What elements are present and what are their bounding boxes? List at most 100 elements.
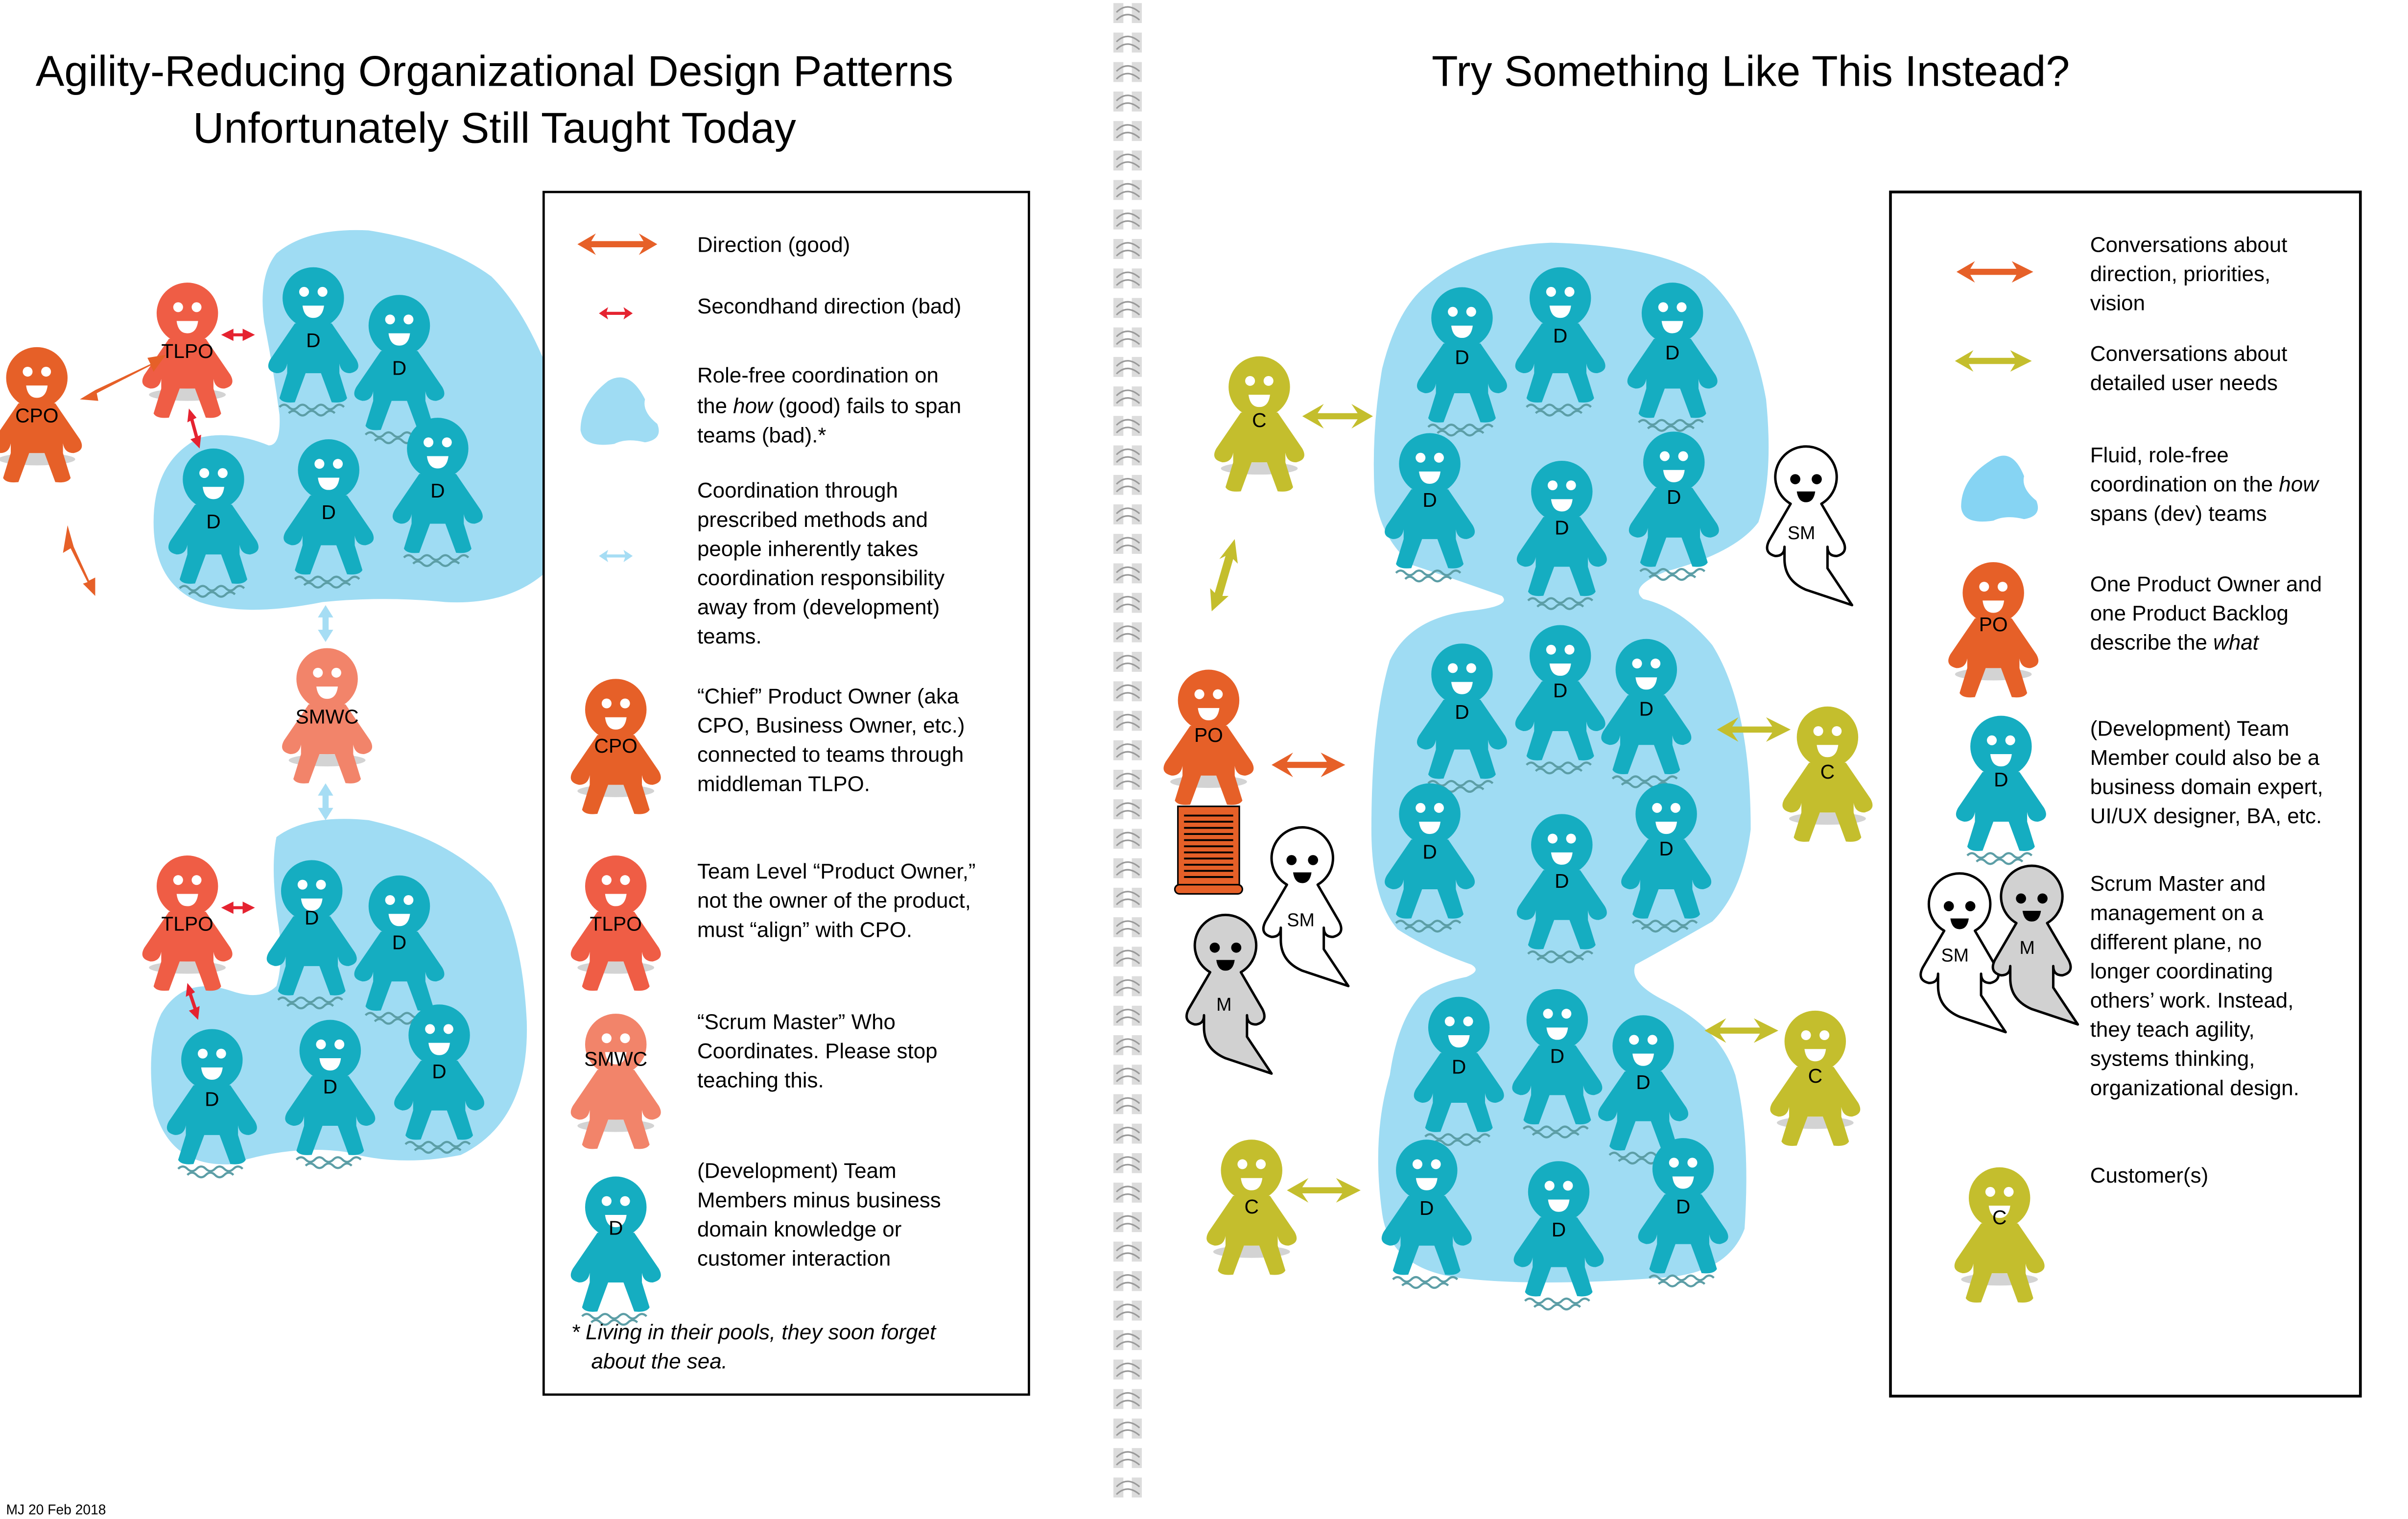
svg-text:D: D bbox=[1553, 679, 1567, 702]
binding-ring bbox=[1113, 1065, 1142, 1085]
svg-text:One Product Owner and: One Product Owner and bbox=[2090, 572, 2322, 596]
tlpo-team-arrow-bottom bbox=[221, 902, 255, 914]
customer-bot-left: C bbox=[1206, 1139, 1297, 1275]
binding-ring bbox=[1113, 239, 1142, 259]
svg-text:customer interaction: customer interaction bbox=[697, 1246, 891, 1270]
svg-text:C: C bbox=[1820, 760, 1835, 783]
binding-ring bbox=[1113, 386, 1142, 406]
binding-ring bbox=[1113, 711, 1142, 731]
svg-text:D: D bbox=[1676, 1195, 1690, 1218]
binding-ring bbox=[1113, 1123, 1142, 1144]
product-backlog-icon bbox=[1174, 806, 1243, 895]
binding-ring bbox=[1113, 799, 1142, 820]
binding-ring bbox=[1113, 917, 1142, 937]
svg-text:D: D bbox=[1994, 768, 2008, 791]
svg-text:detailed user needs: detailed user needs bbox=[2090, 371, 2278, 395]
svg-text:C: C bbox=[1992, 1206, 2007, 1229]
svg-text:business domain expert,: business domain expert, bbox=[2090, 775, 2323, 799]
binding-ring bbox=[1113, 858, 1142, 878]
binding-ring bbox=[1113, 209, 1142, 230]
binding-ring bbox=[1113, 1035, 1142, 1055]
svg-text:teams (bad).*: teams (bad).* bbox=[697, 423, 826, 447]
svg-text:direction, priorities,: direction, priorities, bbox=[2090, 262, 2270, 286]
left-title-line1: Agility-Reducing Organizational Design P… bbox=[36, 47, 953, 95]
svg-text:SM: SM bbox=[1941, 945, 1969, 965]
svg-text:D: D bbox=[1659, 837, 1673, 860]
binding-ring bbox=[1113, 1005, 1142, 1026]
svg-text:“Chief” Product Owner (aka: “Chief” Product Owner (aka bbox=[697, 685, 959, 709]
spiral-binding bbox=[1113, 3, 1142, 1498]
po-figure: PO bbox=[1163, 669, 1254, 805]
binding-ring bbox=[1113, 475, 1142, 495]
svg-text:D: D bbox=[609, 1217, 623, 1239]
tlpo-bottom-figure: TLPO bbox=[142, 855, 233, 991]
author-date-footer: MJ 20 Feb 2018 bbox=[6, 1502, 106, 1518]
svg-text:C: C bbox=[1252, 409, 1266, 431]
svg-text:prescribed methods and: prescribed methods and bbox=[697, 508, 928, 532]
svg-text:CPO: CPO bbox=[594, 735, 637, 757]
svg-text:D: D bbox=[1419, 1197, 1434, 1219]
binding-ring bbox=[1113, 268, 1142, 289]
po-team-arrow bbox=[1272, 752, 1346, 778]
binding-ring bbox=[1113, 504, 1142, 524]
svg-text:D: D bbox=[1550, 1044, 1564, 1067]
svg-text:spans (dev) teams: spans (dev) teams bbox=[2090, 501, 2267, 525]
sm-ghost-right: SM bbox=[1767, 447, 1852, 605]
diagram-canvas: Agility-Reducing Organizational Design P… bbox=[0, 3, 2362, 1518]
svg-text:D: D bbox=[1665, 341, 1679, 364]
left-title-line2: Unfortunately Still Taught Today bbox=[193, 104, 796, 152]
customer-team-arrow-top bbox=[1302, 403, 1373, 429]
binding-ring bbox=[1113, 298, 1142, 318]
svg-text:D: D bbox=[1455, 346, 1469, 368]
binding-ring bbox=[1113, 1389, 1142, 1409]
svg-text:different plane, no: different plane, no bbox=[2090, 930, 2262, 954]
svg-text:Team Level “Product Owner,”: Team Level “Product Owner,” bbox=[697, 859, 976, 883]
svg-text:M: M bbox=[2019, 937, 2034, 958]
svg-text:D: D bbox=[392, 931, 406, 953]
binding-ring bbox=[1113, 770, 1142, 790]
binding-ring bbox=[1113, 887, 1142, 908]
right-title: Try Something Like This Instead? bbox=[1432, 47, 2070, 95]
binding-ring bbox=[1113, 740, 1142, 760]
binding-ring bbox=[1113, 150, 1142, 171]
svg-text:CPO: CPO bbox=[15, 404, 58, 427]
svg-text:D: D bbox=[205, 1088, 219, 1110]
svg-text:Fluid, role-free: Fluid, role-free bbox=[2090, 443, 2229, 467]
smwc-upper-arrow bbox=[318, 605, 333, 642]
svg-text:UI/UX designer, BA, etc.: UI/UX designer, BA, etc. bbox=[2090, 804, 2322, 828]
svg-text:others’ work. Instead,: others’ work. Instead, bbox=[2090, 989, 2294, 1013]
svg-text:C: C bbox=[1808, 1065, 1822, 1087]
binding-ring bbox=[1113, 622, 1142, 642]
svg-text:C: C bbox=[1245, 1195, 1259, 1218]
svg-text:must “align” with CPO.: must “align” with CPO. bbox=[697, 918, 912, 942]
svg-text:domain knowledge or: domain knowledge or bbox=[697, 1217, 901, 1241]
svg-text:not the owner of the product,: not the owner of the product, bbox=[697, 889, 971, 913]
customer-po-arrow bbox=[1210, 539, 1238, 612]
svg-text:Secondhand direction (bad): Secondhand direction (bad) bbox=[697, 294, 961, 318]
svg-text:teaching this.: teaching this. bbox=[697, 1068, 824, 1092]
svg-text:D: D bbox=[1636, 1071, 1650, 1093]
m-ghost: M bbox=[1186, 915, 1272, 1073]
binding-ring bbox=[1113, 1330, 1142, 1350]
binding-ring bbox=[1113, 91, 1142, 112]
binding-ring bbox=[1113, 1241, 1142, 1262]
tlpo-top-figure: TLPO bbox=[142, 283, 233, 418]
svg-text:“Scrum Master” Who: “Scrum Master” Who bbox=[697, 1010, 896, 1034]
svg-text:D: D bbox=[1555, 870, 1569, 892]
svg-text:vision: vision bbox=[2090, 291, 2145, 315]
binding-ring bbox=[1113, 534, 1142, 554]
svg-text:Conversations about: Conversations about bbox=[2090, 233, 2288, 257]
binding-ring bbox=[1113, 1300, 1142, 1321]
customer-mid-right: C bbox=[1782, 706, 1873, 842]
svg-text:SM: SM bbox=[1287, 909, 1314, 930]
binding-ring bbox=[1113, 32, 1142, 53]
svg-text:D: D bbox=[305, 906, 319, 929]
binding-ring bbox=[1113, 1418, 1142, 1439]
binding-ring bbox=[1113, 445, 1142, 466]
svg-text:D: D bbox=[206, 510, 220, 533]
svg-text:M: M bbox=[1216, 994, 1231, 1015]
customer-team-arrow-bottom-left bbox=[1287, 1178, 1361, 1203]
svg-text:systems thinking,: systems thinking, bbox=[2090, 1047, 2255, 1071]
smwc-lower-arrow bbox=[318, 783, 333, 820]
binding-ring bbox=[1113, 180, 1142, 200]
